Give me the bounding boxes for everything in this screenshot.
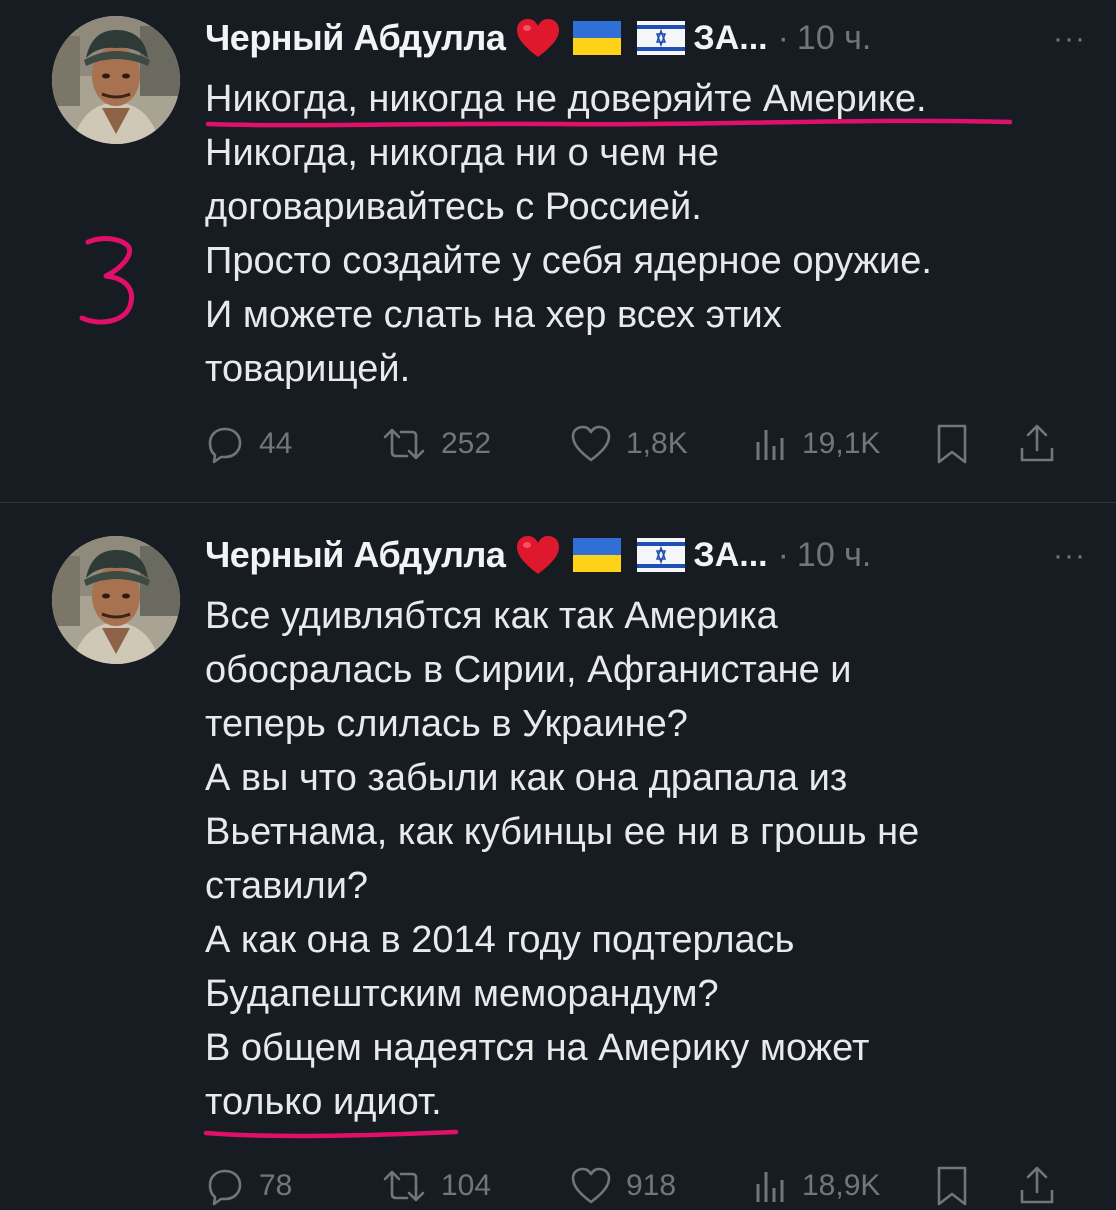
views-button[interactable]: 18,9K	[752, 1162, 880, 1210]
reply-button[interactable]: 78	[205, 1162, 292, 1210]
tweet-line: товарищей.	[205, 348, 411, 390]
bookmark-icon	[937, 424, 967, 464]
share-icon	[1020, 1166, 1054, 1204]
tweet-line: Все удивлябтся как так Америка	[205, 595, 778, 637]
tweet-header: Черный Абдулла ЗА... · 10 ч.	[205, 13, 1085, 63]
bookmark-button[interactable]	[933, 1162, 985, 1210]
like-button[interactable]: 918	[570, 1162, 676, 1210]
reply-count: 44	[259, 427, 293, 460]
separator-dot: ·	[777, 535, 789, 574]
views-icon	[756, 430, 784, 460]
author-name[interactable]: Черный Абдулла	[205, 534, 506, 576]
retweet-button[interactable]: 252	[381, 420, 491, 468]
heart-emoji-icon	[517, 19, 560, 57]
separator-dot: ·	[777, 18, 789, 57]
retweet-count: 252	[441, 427, 492, 460]
tweet-1[interactable]: Черный Абдулла ЗА... · 10 ч. ··· Никогда…	[0, 0, 1116, 503]
tweet-line: Вьетнама, как кубинцы ее ни в грошь не	[205, 811, 920, 853]
israel-flag-icon	[637, 21, 686, 55]
tweet-line: договаривайтесь с Россией.	[205, 186, 702, 228]
heart-emoji-icon	[517, 536, 560, 574]
views-count: 19,1K	[802, 427, 881, 460]
reply-count: 78	[259, 1169, 293, 1202]
retweet-button[interactable]: 104	[381, 1162, 491, 1210]
tweet-line: ставили?	[205, 865, 369, 907]
tweet-line: только идиот.	[205, 1081, 442, 1123]
like-icon	[571, 425, 611, 462]
share-button[interactable]	[1017, 420, 1071, 468]
handle-truncated[interactable]: ЗА...	[693, 19, 767, 58]
more-options-icon[interactable]: ···	[1053, 22, 1086, 56]
tweet-text: Все удивлябтся как так Америка обосралас…	[205, 589, 1085, 1129]
views-count: 18,9K	[802, 1169, 881, 1202]
tweet-line: теперь слилась в Украине?	[205, 703, 688, 745]
reply-icon	[208, 427, 242, 464]
tweet-line: А как она в 2014 году подтерлась	[205, 919, 795, 961]
tweet-line: И можете слать на хер всех этих	[205, 294, 782, 336]
share-button[interactable]	[1017, 1162, 1071, 1210]
avatar[interactable]	[52, 16, 180, 144]
tweet-line: В общем надеятся на Америку может	[205, 1027, 870, 1069]
retweet-icon	[383, 428, 425, 460]
more-options-icon[interactable]: ···	[1053, 539, 1086, 573]
share-icon	[1020, 424, 1054, 462]
timestamp[interactable]: 10 ч.	[797, 19, 871, 58]
bookmark-icon	[937, 1166, 967, 1206]
tweet-text: Никогда, никогда не доверяйте Америке. Н…	[205, 72, 1085, 396]
reply-icon	[208, 1169, 242, 1206]
ukraine-flag-icon	[573, 538, 622, 572]
tweet-line: А вы что забыли как она драпала из	[205, 757, 848, 799]
tweet-header: Черный Абдулла ЗА... · 10 ч.	[205, 530, 1085, 580]
like-count: 1,8K	[626, 427, 688, 460]
tweet-actions: 44 252 1,8K 19,1K	[205, 420, 1075, 468]
like-count: 918	[626, 1169, 677, 1202]
reply-button[interactable]: 44	[205, 420, 292, 468]
retweet-count: 104	[441, 1169, 492, 1202]
bookmark-button[interactable]	[933, 420, 985, 468]
handle-truncated[interactable]: ЗА...	[693, 536, 767, 575]
tweet-line: Просто создайте у себя ядерное оружие.	[205, 240, 932, 282]
views-button[interactable]: 19,1K	[752, 420, 880, 468]
avatar[interactable]	[52, 536, 180, 664]
tweet-line: Будапештским меморандум?	[205, 973, 719, 1015]
tweet-line: Никогда, никогда ни о чем не	[205, 132, 720, 174]
tweet-actions: 78 104 918 18,9K	[205, 1162, 1075, 1210]
timestamp[interactable]: 10 ч.	[797, 536, 871, 575]
tweet-line: Никогда, никогда не доверяйте Америке.	[205, 78, 927, 120]
israel-flag-icon	[637, 538, 686, 572]
like-icon	[571, 1167, 611, 1204]
ukraine-flag-icon	[573, 21, 622, 55]
author-name[interactable]: Черный Абдулла	[205, 17, 506, 59]
like-button[interactable]: 1,8K	[570, 420, 688, 468]
retweet-icon	[383, 1170, 425, 1202]
tweet-line: обосралась в Сирии, Афганистане и	[205, 649, 852, 691]
tweet-2[interactable]: Черный Абдулла ЗА... · 10 ч. ··· Все уди…	[0, 503, 1116, 1206]
views-icon	[756, 1172, 784, 1202]
